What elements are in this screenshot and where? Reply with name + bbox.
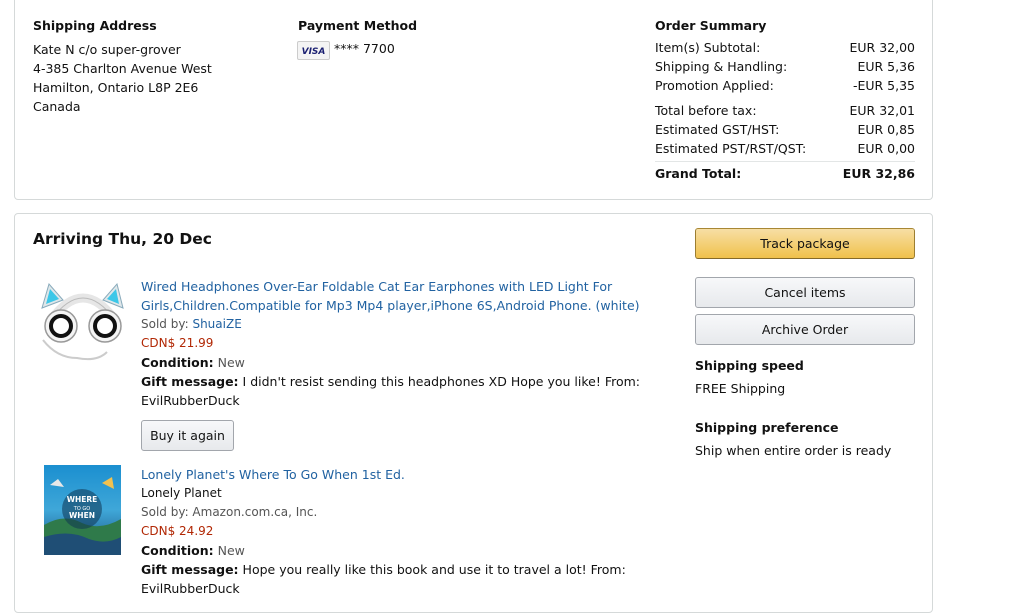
sold-by: Sold by: Amazon.com.ca, Inc. xyxy=(141,505,318,519)
seller-link[interactable]: ShuaiZE xyxy=(192,317,241,331)
shipping-address-heading: Shipping Address xyxy=(33,18,157,33)
summary-value: EUR 32,01 xyxy=(849,103,916,118)
shipping-preference-heading: Shipping preference xyxy=(695,420,839,435)
headphones-image xyxy=(41,282,124,361)
address-line: Canada xyxy=(33,99,81,114)
summary-label: Estimated PST/RST/QST: xyxy=(655,141,807,156)
headphones-product-image[interactable] xyxy=(37,278,129,368)
summary-value: EUR 0,85 xyxy=(857,122,915,137)
shipping-address: Kate N c/o super-grover 4-385 Charlton A… xyxy=(33,40,212,116)
summary-row-promotion: Promotion Applied: -EUR 5,35 xyxy=(655,78,915,97)
book-author: Lonely Planet xyxy=(141,486,222,500)
summary-row-before-tax: Total before tax: EUR 32,01 xyxy=(655,103,915,122)
item-price: CDN$ 21.99 xyxy=(141,336,214,350)
product-title-link[interactable]: Wired Headphones Over-Ear Foldable Cat E… xyxy=(141,277,671,296)
summary-label: Estimated GST/HST: xyxy=(655,122,780,137)
gift-message-text: Hope you really like this book and use i… xyxy=(242,562,626,577)
buy-it-again-button[interactable]: Buy it again xyxy=(141,420,234,451)
gift-message-from: EvilRubberDuck xyxy=(141,581,240,596)
arrival-heading: Arriving Thu, 20 Dec xyxy=(33,230,212,248)
condition-value: New xyxy=(217,355,245,370)
shipping-speed-heading: Shipping speed xyxy=(695,358,804,373)
sold-by: Sold by: ShuaiZE xyxy=(141,315,671,334)
item-condition: Condition: New xyxy=(141,353,671,372)
product-title-link[interactable]: Lonely Planet's Where To Go When 1st Ed. xyxy=(141,465,671,484)
summary-label: Item(s) Subtotal: xyxy=(655,40,761,55)
summary-label: Total before tax: xyxy=(655,103,757,118)
archive-order-button[interactable]: Archive Order xyxy=(695,314,915,345)
gift-message-label: Gift message: xyxy=(141,562,239,577)
summary-value: EUR 32,00 xyxy=(849,40,916,55)
address-line: Hamilton, Ontario L8P 2E6 xyxy=(33,80,199,95)
track-package-button[interactable]: Track package xyxy=(695,228,915,259)
gift-message-label: Gift message: xyxy=(141,374,239,389)
address-line: 4-385 Charlton Avenue West xyxy=(33,61,212,76)
condition-label: Condition: xyxy=(141,543,214,558)
cancel-items-button[interactable]: Cancel items xyxy=(695,277,915,308)
card-brand: VISA xyxy=(301,47,326,57)
cover-text: WHEN xyxy=(69,511,95,520)
book-cover-image: WHERE TO GO WHEN xyxy=(44,465,121,555)
item-condition: Condition: New xyxy=(141,541,671,560)
card-number: **** 7700 xyxy=(334,41,395,56)
visa-card-icon: VISA xyxy=(297,41,330,60)
summary-row-shipping: Shipping & Handling: EUR 5,36 xyxy=(655,59,915,78)
headphones-item-details: Wired Headphones Over-Ear Foldable Cat E… xyxy=(141,277,671,410)
summary-label: Promotion Applied: xyxy=(655,78,774,93)
payment-method-heading: Payment Method xyxy=(298,18,418,33)
address-line: Kate N c/o super-grover xyxy=(33,42,181,57)
gift-message: Gift message: I didn't resist sending th… xyxy=(141,372,671,391)
shipping-preference-value: Ship when entire order is ready xyxy=(695,443,892,458)
shipping-speed-value: FREE Shipping xyxy=(695,381,786,396)
cover-text: WHERE xyxy=(67,495,98,504)
book-item-details: Lonely Planet's Where To Go When 1st Ed.… xyxy=(141,465,671,598)
summary-row-subtotal: Item(s) Subtotal: EUR 32,00 xyxy=(655,40,915,59)
book-product-image[interactable]: WHERE TO GO WHEN xyxy=(44,465,121,555)
item-price: CDN$ 24.92 xyxy=(141,524,214,538)
gift-message: Gift message: Hope you really like this … xyxy=(141,560,671,579)
summary-value: EUR 0,00 xyxy=(857,141,915,156)
grand-total-value: EUR 32,86 xyxy=(842,166,915,181)
summary-row-gst: Estimated GST/HST: EUR 0,85 xyxy=(655,122,915,141)
grand-total-label: Grand Total: xyxy=(655,166,742,181)
order-summary-heading: Order Summary xyxy=(655,18,767,33)
gift-message-text: I didn't resist sending this headphones … xyxy=(242,374,641,389)
condition-label: Condition: xyxy=(141,355,214,370)
sold-by-label: Sold by: xyxy=(141,317,189,331)
gift-message-from: EvilRubberDuck xyxy=(141,393,240,408)
summary-divider xyxy=(655,161,915,162)
condition-value: New xyxy=(217,543,245,558)
product-title-link[interactable]: Girls,Children.Compatible for Mp3 Mp4 pl… xyxy=(141,296,671,315)
summary-value: -EUR 5,35 xyxy=(852,78,915,93)
summary-value: EUR 5,36 xyxy=(857,59,915,74)
summary-row-grand-total: Grand Total: EUR 32,86 xyxy=(655,166,915,185)
summary-row-pst: Estimated PST/RST/QST: EUR 0,00 xyxy=(655,141,915,160)
summary-label: Shipping & Handling: xyxy=(655,59,788,74)
